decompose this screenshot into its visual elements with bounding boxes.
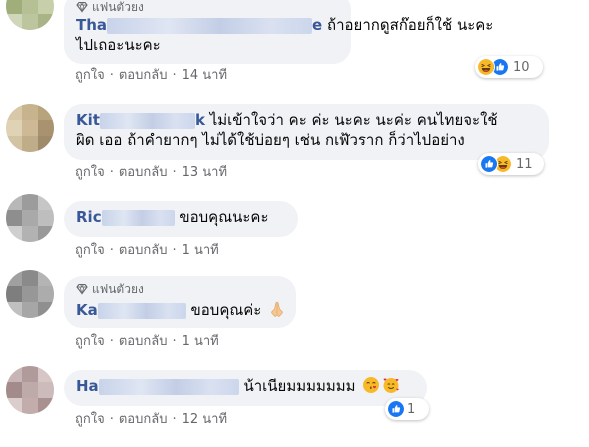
separator-dot: ·	[172, 68, 177, 83]
separator-dot: ·	[109, 334, 114, 349]
comment-text: ขอบคุณนะคะ	[179, 208, 269, 226]
comment-text: น้าเนียมมมมมมม	[243, 377, 356, 395]
timestamp[interactable]: 13 นาที	[182, 165, 227, 180]
reply-link[interactable]: ตอบกลับ	[119, 334, 168, 349]
avatar[interactable]	[6, 270, 54, 318]
diamond-icon	[76, 1, 88, 13]
reaction-summary[interactable]: 10	[475, 56, 543, 78]
comment-actions: ถูกใจ · ตอบกลับ · 13 นาที	[75, 164, 227, 182]
top-fan-badge: แฟนตัวยง	[76, 0, 339, 14]
comment-actions: ถูกใจ · ตอบกลับ · 1 นาที	[75, 242, 219, 260]
top-fan-badge: แฟนตัวยง	[76, 282, 284, 296]
hearts-face-icon	[382, 376, 400, 394]
redacted-name-blur	[97, 302, 186, 319]
separator-dot: ·	[172, 165, 177, 180]
commenter-name[interactable]: Ric	[76, 208, 175, 226]
separator-dot: ·	[109, 165, 114, 180]
commenter-name[interactable]: Ha	[76, 377, 239, 395]
like-icon	[480, 155, 498, 173]
diamond-icon	[76, 283, 88, 295]
comment-bubble: Kit k ไม่เข้าใจว่า คะ ค่ะ นะคะ นะค่ะ คนไท…	[64, 104, 549, 160]
like-link[interactable]: ถูกใจ	[75, 68, 105, 83]
avatar[interactable]	[6, 0, 54, 30]
commenter-name[interactable]: Tha e	[76, 16, 322, 34]
comment-text-line: ไปเถอะนะคะ	[76, 36, 161, 54]
commenter-name[interactable]: Kit k	[76, 111, 205, 129]
timestamp[interactable]: 14 นาที	[182, 68, 227, 83]
comment-text: ขอบคุณค่ะ	[190, 301, 262, 319]
comment-actions: ถูกใจ · ตอบกลับ · 12 นาที	[75, 411, 227, 429]
like-link[interactable]: ถูกใจ	[75, 412, 105, 427]
comment-text: ถ้าอยากดูสก๊อยก็ใช้ นะคะ	[327, 16, 494, 34]
comment-actions: ถูกใจ · ตอบกลับ · 1 นาที	[75, 333, 219, 351]
redacted-name-blur	[101, 209, 175, 226]
badge-label: แฟนตัวยง	[92, 0, 144, 14]
like-link[interactable]: ถูกใจ	[75, 334, 105, 349]
badge-label: แฟนตัวยง	[92, 282, 144, 296]
like-link[interactable]: ถูกใจ	[75, 243, 105, 258]
separator-dot: ·	[172, 412, 177, 427]
separator-dot: ·	[172, 243, 177, 258]
avatar[interactable]	[6, 366, 54, 414]
comment-text-line: ผิด เออ ถ้าคำยากๆ ไม่ได้ใช้บ่อยๆ เช่น กเ…	[76, 131, 465, 149]
comment-text-line: Kit k ไม่เข้าใจว่า คะ ค่ะ นะคะ นะค่ะ คนไท…	[76, 110, 537, 130]
reaction-count: 11	[516, 156, 533, 172]
separator-dot: ·	[109, 412, 114, 427]
reaction-summary[interactable]: 11	[478, 153, 544, 175]
comment-text-line: Ka ขอบคุณค่ะ	[76, 300, 284, 320]
haha-icon	[477, 58, 495, 76]
avatar[interactable]	[6, 194, 54, 242]
reaction-count: 10	[513, 59, 530, 75]
comment-text-line: Tha e ถ้าอยากดูสก๊อยก็ใช้ นะคะ	[76, 15, 493, 35]
reply-link[interactable]: ตอบกลับ	[119, 68, 168, 83]
reaction-count: 1	[407, 401, 416, 417]
avatar[interactable]	[6, 104, 54, 152]
reply-link[interactable]: ตอบกลับ	[119, 412, 168, 427]
comment-text: ไม่เข้าใจว่า คะ ค่ะ นะคะ นะค่ะ คนไทยจะใช…	[209, 111, 498, 129]
comment-bubble: แฟนตัวยง Ka ขอบคุณค่ะ	[64, 276, 296, 328]
reply-link[interactable]: ตอบกลับ	[119, 165, 168, 180]
separator-dot: ·	[172, 334, 177, 349]
comment-text-line: Ric ขอบคุณนะคะ	[76, 207, 286, 227]
pray-icon	[268, 300, 286, 318]
timestamp[interactable]: 12 นาที	[182, 412, 227, 427]
comment-text-line: Ha น้าเนียมมมมมมม	[76, 376, 415, 396]
redacted-name-blur	[107, 17, 313, 34]
reply-link[interactable]: ตอบกลับ	[119, 243, 168, 258]
kiss-face-icon	[362, 376, 380, 394]
redacted-name-blur	[98, 378, 239, 395]
comment-bubble: แฟนตัวยง Tha e ถ้าอยากดูสก๊อยก็ใช้ นะคะ ไ…	[64, 0, 493, 64]
comment-actions: ถูกใจ · ตอบกลับ · 14 นาที	[75, 67, 227, 85]
comment-bubble: Ha น้าเนียมมมมมมม	[64, 370, 427, 406]
comment-bubble: Ric ขอบคุณนะคะ	[64, 201, 298, 237]
separator-dot: ·	[109, 243, 114, 258]
commenter-name[interactable]: Ka	[76, 301, 186, 319]
timestamp[interactable]: 1 นาที	[182, 334, 219, 349]
like-link[interactable]: ถูกใจ	[75, 165, 105, 180]
separator-dot: ·	[109, 68, 114, 83]
redacted-name-blur	[99, 112, 195, 129]
timestamp[interactable]: 1 นาที	[182, 243, 219, 258]
like-icon	[387, 400, 405, 418]
reaction-summary[interactable]: 1	[385, 398, 429, 420]
